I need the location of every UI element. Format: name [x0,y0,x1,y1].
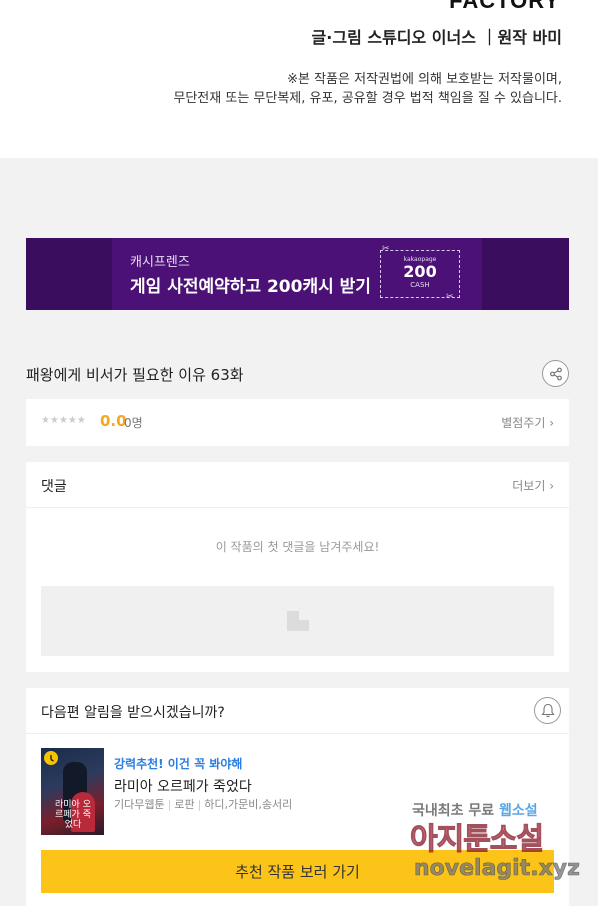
meta-separator: | [167,798,172,811]
scissors-icon: ✂ [446,292,454,302]
meta-separator: | [197,798,202,811]
copyright-line-1: ※본 작품은 저작권법에 의해 보호받는 저작물이며, [287,72,562,87]
rating-card: ★★★★★ 0.0 0명 별점주기 › [26,399,569,446]
recommended-cover[interactable]: 라미아 오르페가 죽었다 [41,748,104,835]
rating-score: 0.0 [100,412,127,430]
meta-genre: 로판 [174,798,195,811]
site-watermark: 국내최초 무료 웹소설 아지툰소설 novelagit.xyz [410,800,588,890]
watermark-brand: 아지툰소설 [410,822,545,858]
credits-section: FACTORY 글·그림 스튜디오 이너스 ｜원작 바미 ※본 작품은 저작권법… [0,0,598,158]
meta-category: 기다무웹툰 [114,798,165,811]
rating-stars[interactable]: ★★★★★ [41,415,86,426]
coupon-amount: 200 [403,262,437,281]
share-button[interactable] [542,360,569,387]
credits-line: 글·그림 스튜디오 이너스 ｜원작 바미 [311,28,562,47]
notify-bell-button[interactable] [534,697,561,724]
divider [26,733,569,734]
notify-question: 다음편 알림을 받으시겠습니까? [41,705,225,721]
banner-subtitle: 캐시프렌즈 [130,255,190,270]
scissors-icon: ✂ [382,244,390,254]
cash-coupon: kakaopage 200 CASH [380,250,460,298]
studio-wordmark: FACTORY [449,0,560,13]
share-icon [549,367,562,380]
meta-authors: 하디,가문비,송서리 [204,798,293,811]
comment-placeholder-icon [287,611,309,631]
coupon-unit: CASH [410,281,430,289]
bell-icon [540,703,555,718]
comments-more-link[interactable]: 더보기 › [512,477,554,494]
rating-count: 0명 [124,416,143,430]
comments-heading: 댓글 [41,479,67,495]
banner-headline: 게임 사전예약하고 200캐시 받기 [130,277,371,297]
wait-free-clock-icon [44,751,58,765]
comments-empty-message: 이 작품의 첫 댓글을 남겨주세요! [215,540,380,554]
copyright-notice: ※본 작품은 저작권법에 의해 보호받는 저작물이며, 무단전재 또는 무단복제… [173,70,562,108]
watermark-domain: novelagit.xyz [414,856,581,882]
copyright-line-2: 무단전재 또는 무단복제, 유포, 공유할 경우 법적 책임을 질 수 있습니다… [173,91,562,106]
comment-input-box[interactable] [41,586,554,656]
rate-link[interactable]: 별점주기 › [501,414,554,431]
ad-banner[interactable]: 캐시프렌즈 게임 사전예약하고 200캐시 받기 kakaopage 200 C… [26,238,569,310]
cover-title-art: 라미아 오르페가 죽었다 [55,800,91,830]
recommended-meta: 기다무웹툰 | 로판 | 하디,가문비,송서리 [114,796,292,812]
comments-card: 댓글 더보기 › 이 작품의 첫 댓글을 남겨주세요! [26,462,569,672]
episode-title: 패왕에게 비서가 필요한 이유 63화 [26,366,244,384]
divider [26,507,569,508]
recommendation-promo: 강력추천! 이건 꼭 봐야해 [114,757,243,771]
recommended-title[interactable]: 라미아 오르페가 죽었다 [114,776,252,796]
